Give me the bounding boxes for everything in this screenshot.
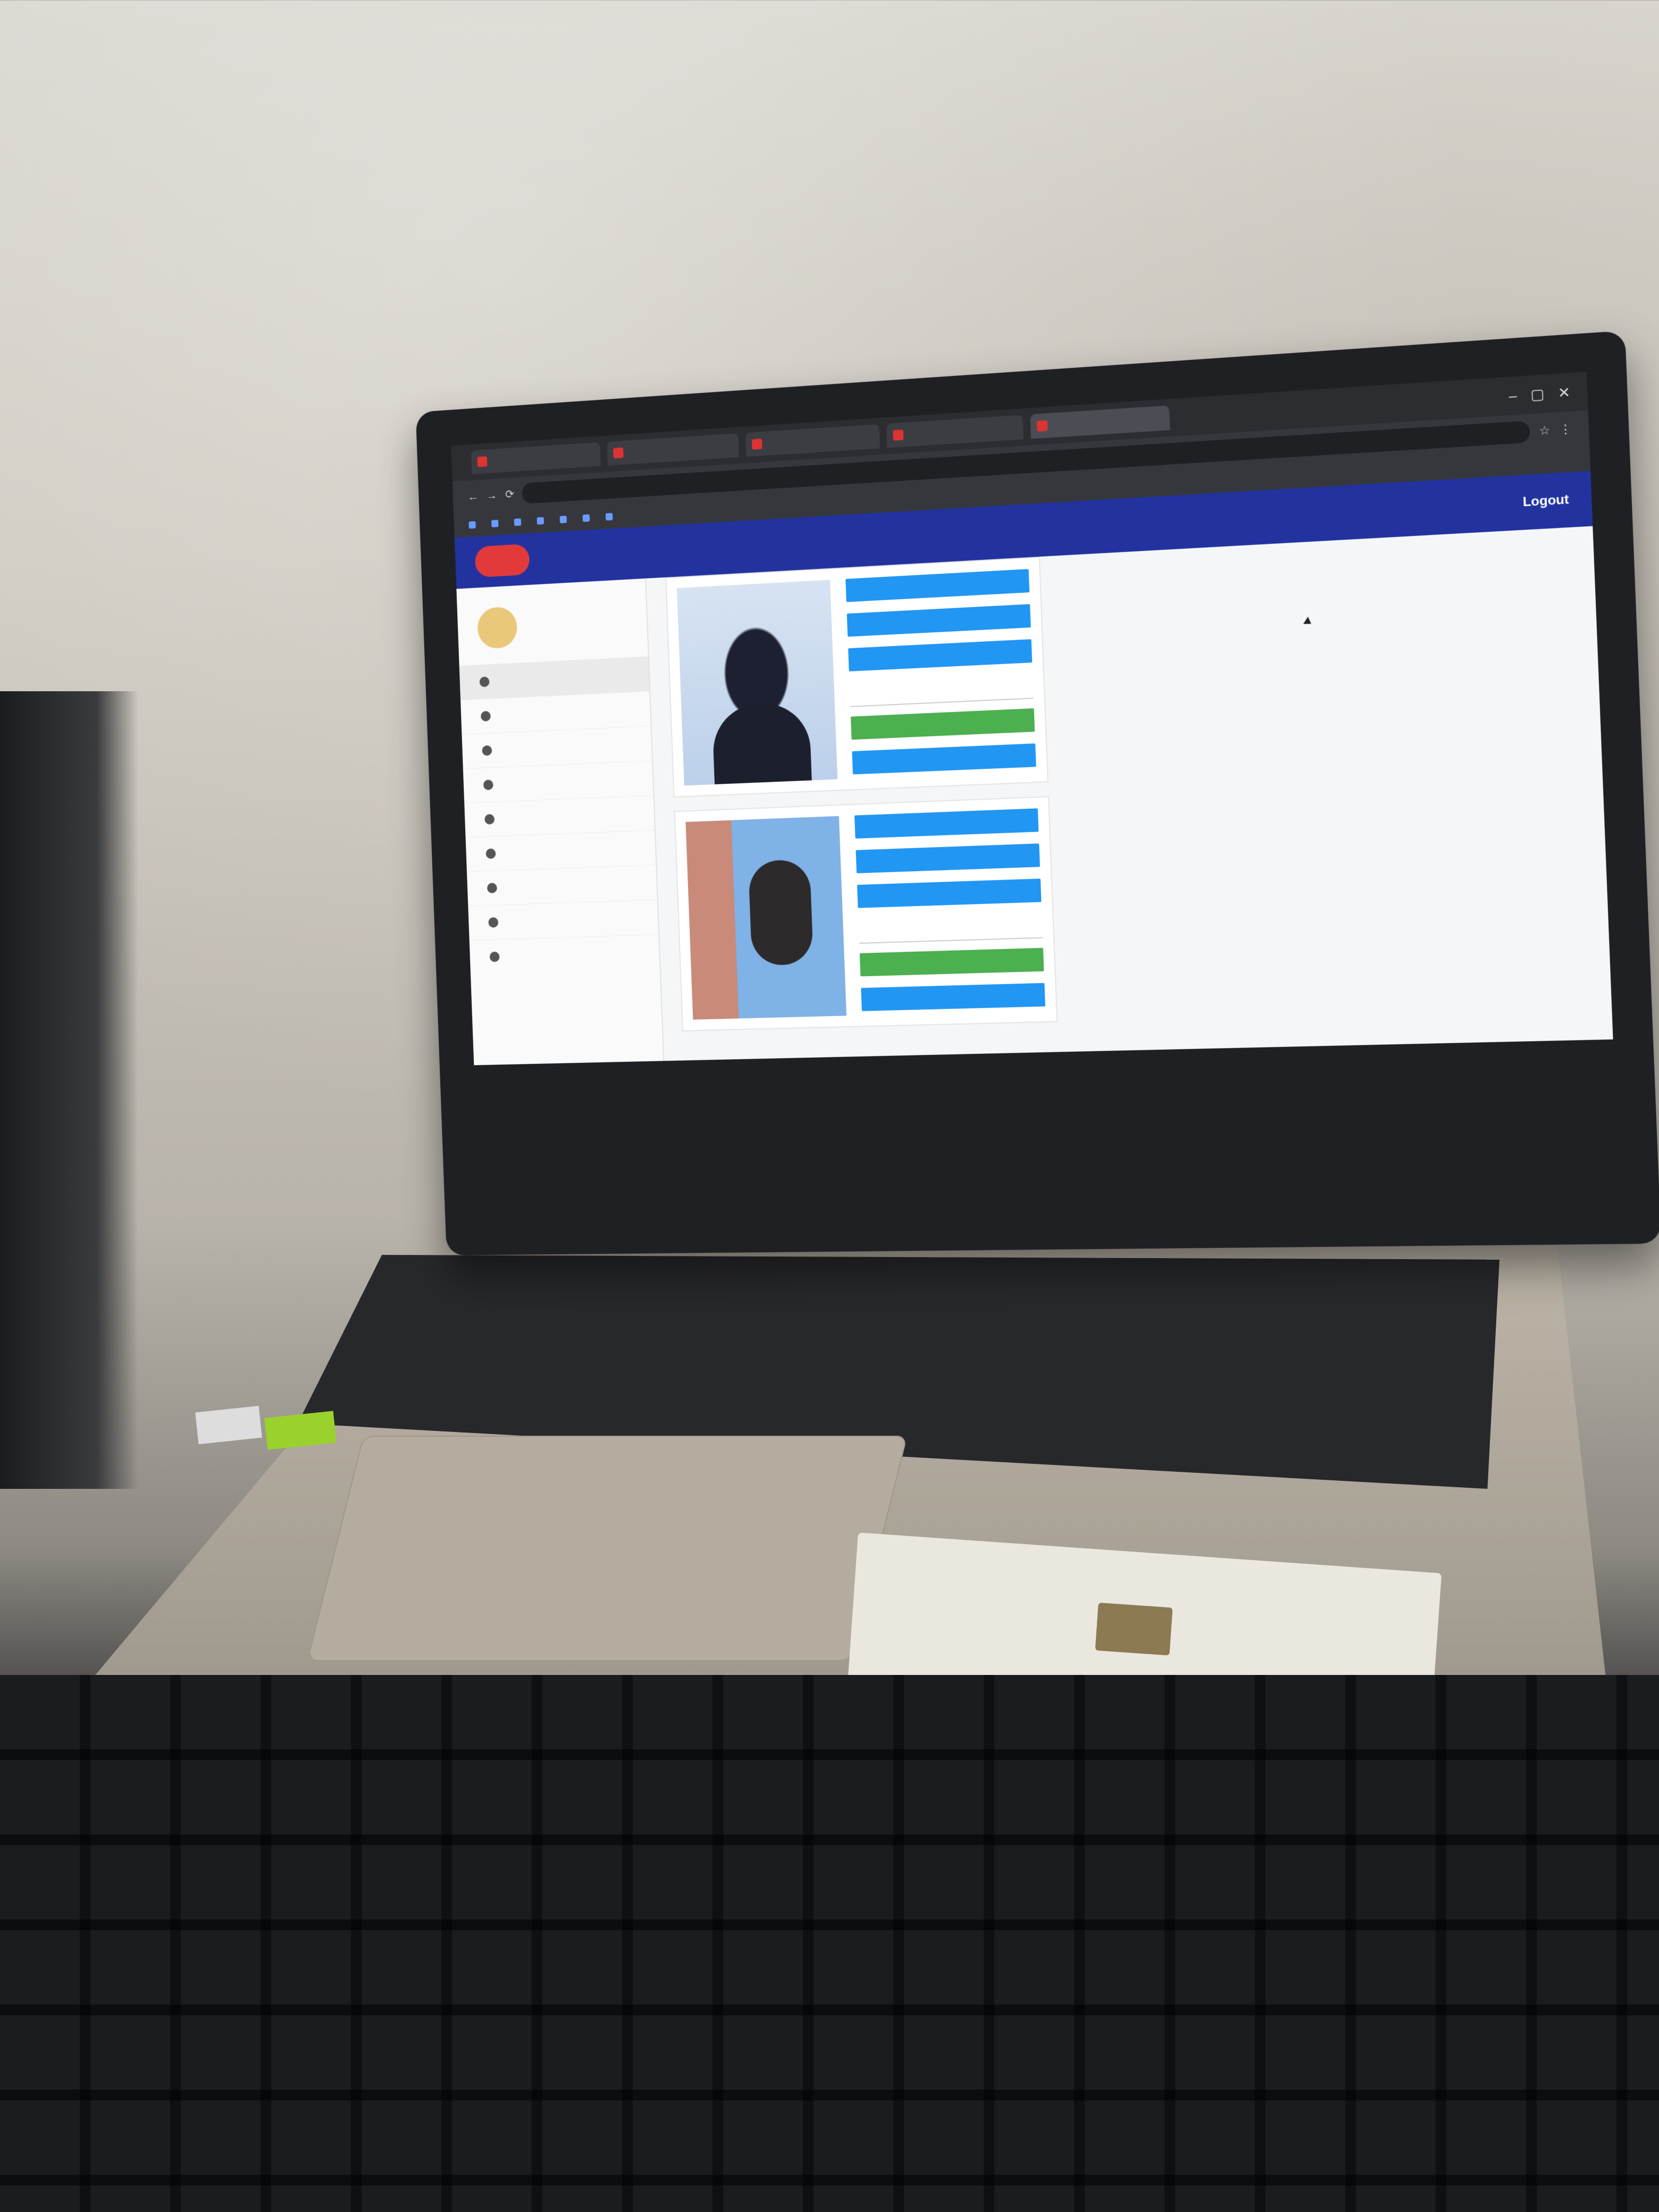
bookmark-item[interactable] <box>514 518 524 526</box>
extensions-icon[interactable]: ⋮ <box>1559 422 1572 437</box>
tab-favicon <box>613 447 624 459</box>
maximize-icon[interactable]: ▢ <box>1530 386 1545 404</box>
sidebar-menu <box>459 656 660 975</box>
card-note <box>853 778 1037 786</box>
image-icon <box>480 710 491 722</box>
upload-button[interactable] <box>845 569 1030 602</box>
submit-button[interactable] <box>850 708 1035 740</box>
image-card <box>674 796 1058 1032</box>
card-actions <box>854 808 1046 1023</box>
bookmark-icon <box>605 513 613 521</box>
tab-favicon <box>893 429 904 441</box>
upload-button[interactable] <box>856 843 1040 874</box>
bookmark-item[interactable] <box>605 513 616 521</box>
main-content <box>665 548 1207 1060</box>
laptop-lid: – ▢ ✕ ← → ⟳ ☆ ⋮ Logout <box>415 330 1659 1255</box>
cpu-badge <box>195 1405 262 1445</box>
tag-icon <box>483 780 493 791</box>
tab-favicon <box>1036 420 1048 432</box>
bookmark-item[interactable] <box>582 514 593 522</box>
person-photo <box>685 816 847 1020</box>
laptop-screen: – ▢ ✕ ← → ⟳ ☆ ⋮ Logout <box>451 372 1613 1066</box>
tab-favicon <box>751 438 763 450</box>
settings-icon <box>485 848 496 859</box>
image-card <box>665 556 1049 798</box>
person-photo <box>676 580 838 786</box>
bookmark-icon <box>582 514 590 522</box>
sidebar-item[interactable] <box>469 934 660 975</box>
category-select[interactable] <box>858 914 1043 944</box>
browser-tab[interactable] <box>745 424 881 457</box>
bookmark-item[interactable] <box>491 520 501 527</box>
card-actions <box>845 569 1036 786</box>
bookmark-item[interactable] <box>537 517 547 525</box>
action-button[interactable] <box>861 983 1045 1011</box>
forward-icon[interactable]: → <box>486 489 497 502</box>
submit-button[interactable] <box>859 948 1044 977</box>
avatar[interactable] <box>476 606 518 650</box>
app-logo[interactable] <box>474 543 530 578</box>
user-icon <box>479 676 490 688</box>
browser-tab[interactable] <box>607 433 739 466</box>
logout-link[interactable]: Logout <box>1522 492 1569 510</box>
bookmark-icon <box>559 515 567 524</box>
settings-icon <box>487 883 498 894</box>
shadow-edge <box>0 691 138 1489</box>
settings-icon <box>488 917 499 928</box>
list-icon <box>482 745 492 756</box>
tab-favicon <box>477 456 488 467</box>
window-controls: – ▢ ✕ <box>1509 382 1588 404</box>
bookmark-icon <box>514 518 522 526</box>
upload-button[interactable] <box>857 878 1042 908</box>
mouse-cursor-icon <box>1303 616 1314 628</box>
action-button[interactable] <box>852 743 1036 775</box>
upload-button[interactable] <box>847 604 1031 637</box>
bookmark-item[interactable] <box>559 515 569 524</box>
sidebar-item[interactable] <box>468 899 659 941</box>
laptop-trackpad <box>307 1436 908 1661</box>
bookmark-icon <box>491 520 499 527</box>
bookmark-icon <box>537 517 544 525</box>
close-icon[interactable]: ✕ <box>1557 383 1571 401</box>
reload-icon[interactable]: ⟳ <box>505 488 515 501</box>
bookmark-item[interactable] <box>468 521 479 529</box>
sidebar <box>456 578 665 1066</box>
upload-button[interactable] <box>854 808 1039 839</box>
tag-icon <box>484 814 495 825</box>
card-note <box>862 1018 1046 1023</box>
browser-tab-active[interactable] <box>1030 405 1170 439</box>
star-icon[interactable]: ☆ <box>1539 423 1551 438</box>
bookmark-icon <box>468 521 476 529</box>
settings-icon <box>489 951 500 962</box>
minimize-icon[interactable]: – <box>1509 387 1518 405</box>
back-icon[interactable]: ← <box>467 490 479 504</box>
sidebar-item[interactable] <box>466 865 657 906</box>
category-select[interactable] <box>849 674 1034 707</box>
upload-button[interactable] <box>848 639 1033 672</box>
browser-tab[interactable] <box>471 442 601 474</box>
external-keyboard <box>0 1675 1659 2212</box>
browser-tab[interactable] <box>886 415 1024 448</box>
